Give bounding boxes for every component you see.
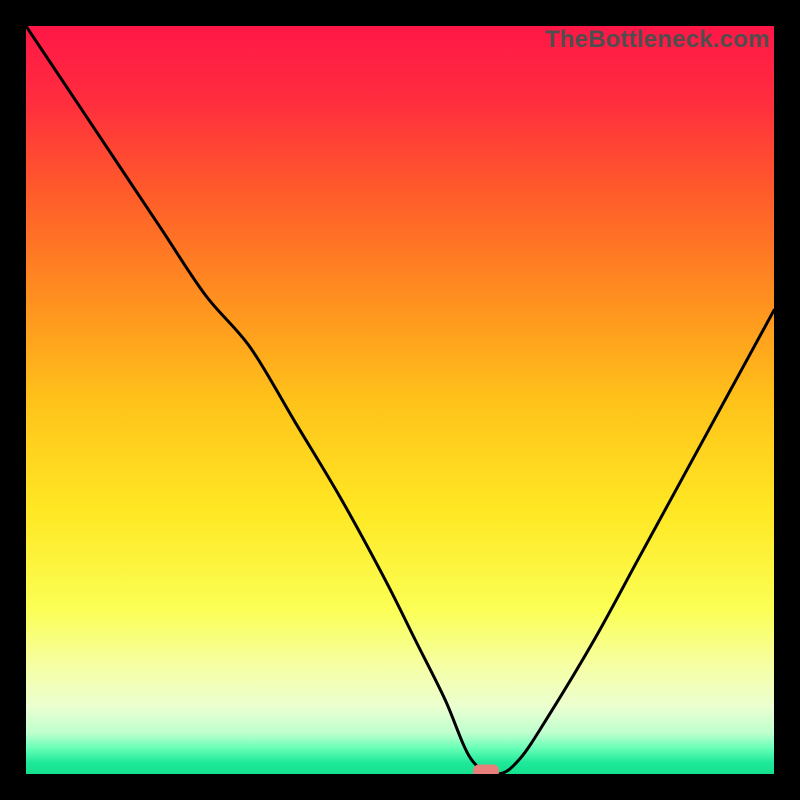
optimum-marker (473, 765, 499, 774)
plot-area: TheBottleneck.com (26, 26, 774, 774)
gradient-background (26, 26, 774, 774)
bottleneck-chart (26, 26, 774, 774)
chart-frame: TheBottleneck.com (0, 0, 800, 800)
watermark-text: TheBottleneck.com (545, 26, 770, 54)
